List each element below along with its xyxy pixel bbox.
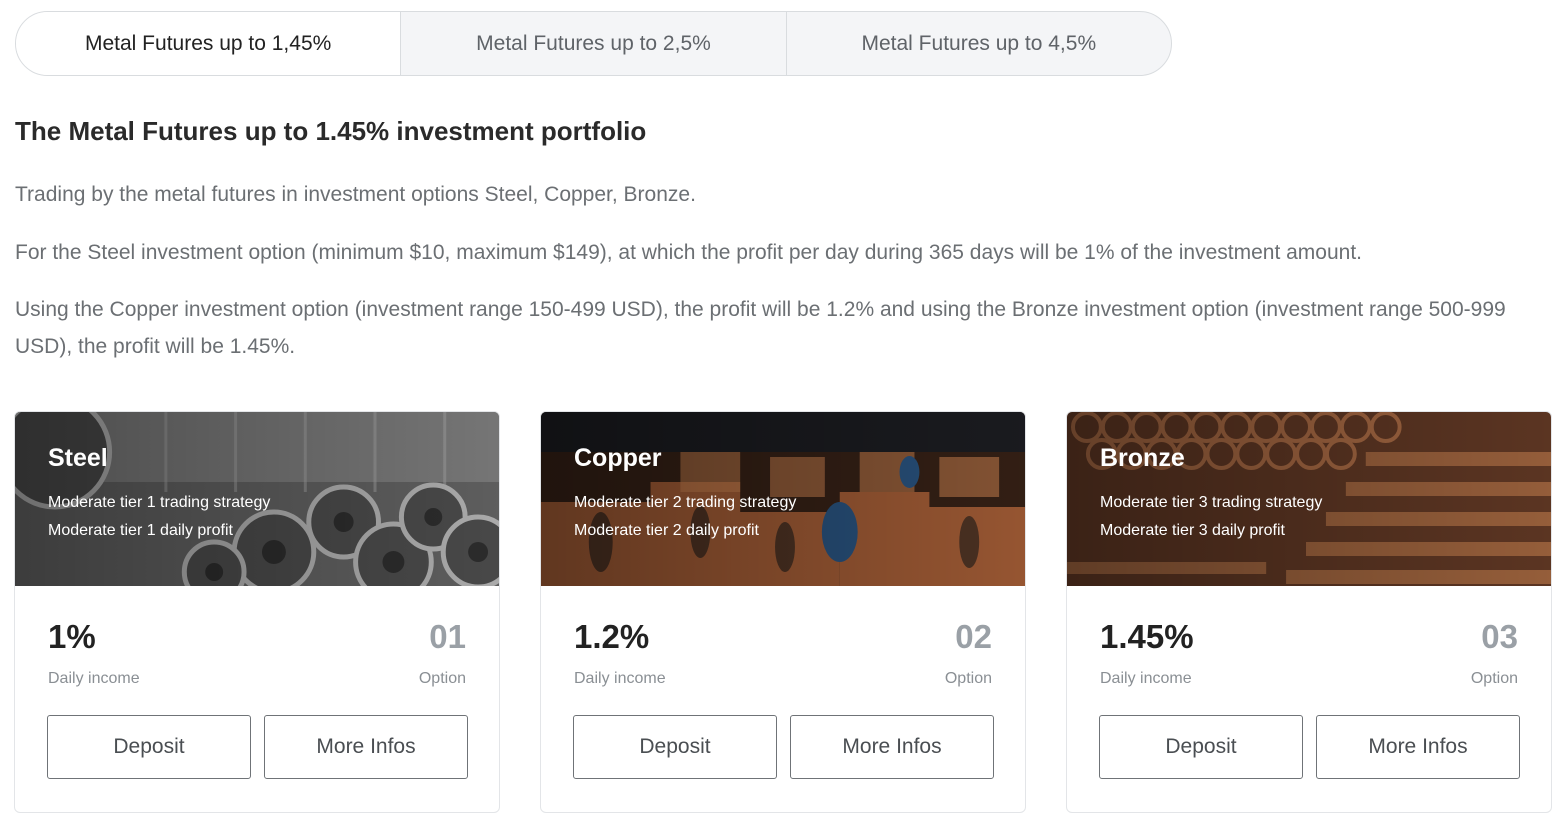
option-card-bronze: Bronze Moderate tier 3 trading strategy … xyxy=(1066,411,1552,813)
option-number: 02 xyxy=(955,618,992,655)
option-label: Option xyxy=(944,670,992,687)
more-infos-button[interactable]: More Infos xyxy=(264,715,468,779)
deposit-button[interactable]: Deposit xyxy=(1099,715,1303,779)
copper-bronze-paragraph: Using the Copper investment option (inve… xyxy=(15,298,1506,358)
card-hero: Steel Moderate tier 1 trading strategy M… xyxy=(15,412,499,586)
card-hero: Copper Moderate tier 2 trading strategy … xyxy=(541,412,1025,586)
option-label: Option xyxy=(1470,670,1518,687)
card-profit: Moderate tier 1 daily profit xyxy=(48,522,233,539)
page-title: The Metal Futures up to 1.45% investment… xyxy=(15,116,647,146)
card-strategy: Moderate tier 1 trading strategy xyxy=(48,494,271,511)
card-title: Copper xyxy=(574,444,662,472)
card-profit: Moderate tier 3 daily profit xyxy=(1100,522,1285,539)
tab-metal-futures-1-45[interactable]: Metal Futures up to 1,45% xyxy=(16,12,401,75)
daily-income-label: Daily income xyxy=(48,670,140,687)
daily-income-label: Daily income xyxy=(1100,670,1192,687)
deposit-button[interactable]: Deposit xyxy=(573,715,777,779)
card-title: Bronze xyxy=(1100,444,1185,472)
portfolio-tabs: Metal Futures up to 1,45% Metal Futures … xyxy=(15,11,1172,76)
card-title: Steel xyxy=(48,444,108,472)
daily-income-label: Daily income xyxy=(574,670,666,687)
card-strategy: Moderate tier 2 trading strategy xyxy=(574,494,797,511)
option-card-steel: Steel Moderate tier 1 trading strategy M… xyxy=(14,411,500,813)
more-infos-button[interactable]: More Infos xyxy=(790,715,994,779)
option-number: 03 xyxy=(1481,618,1518,655)
daily-income-value: 1.45% xyxy=(1100,618,1194,655)
more-infos-button[interactable]: More Infos xyxy=(1316,715,1520,779)
tab-metal-futures-4-5[interactable]: Metal Futures up to 4,5% xyxy=(785,12,1171,75)
card-hero: Bronze Moderate tier 3 trading strategy … xyxy=(1067,412,1551,586)
card-strategy: Moderate tier 3 trading strategy xyxy=(1100,494,1323,511)
daily-income-value: 1% xyxy=(48,618,96,655)
option-label: Option xyxy=(418,670,466,687)
tab-metal-futures-2-5[interactable]: Metal Futures up to 2,5% xyxy=(400,12,785,75)
daily-income-value: 1.2% xyxy=(574,618,650,655)
option-number: 01 xyxy=(429,618,466,655)
steel-paragraph: For the Steel investment option (minimum… xyxy=(15,241,1362,264)
option-card-copper: Copper Moderate tier 2 trading strategy … xyxy=(540,411,1026,813)
deposit-button[interactable]: Deposit xyxy=(47,715,251,779)
card-profit: Moderate tier 2 daily profit xyxy=(574,522,759,539)
intro-paragraph: Trading by the metal futures in investme… xyxy=(15,183,696,206)
